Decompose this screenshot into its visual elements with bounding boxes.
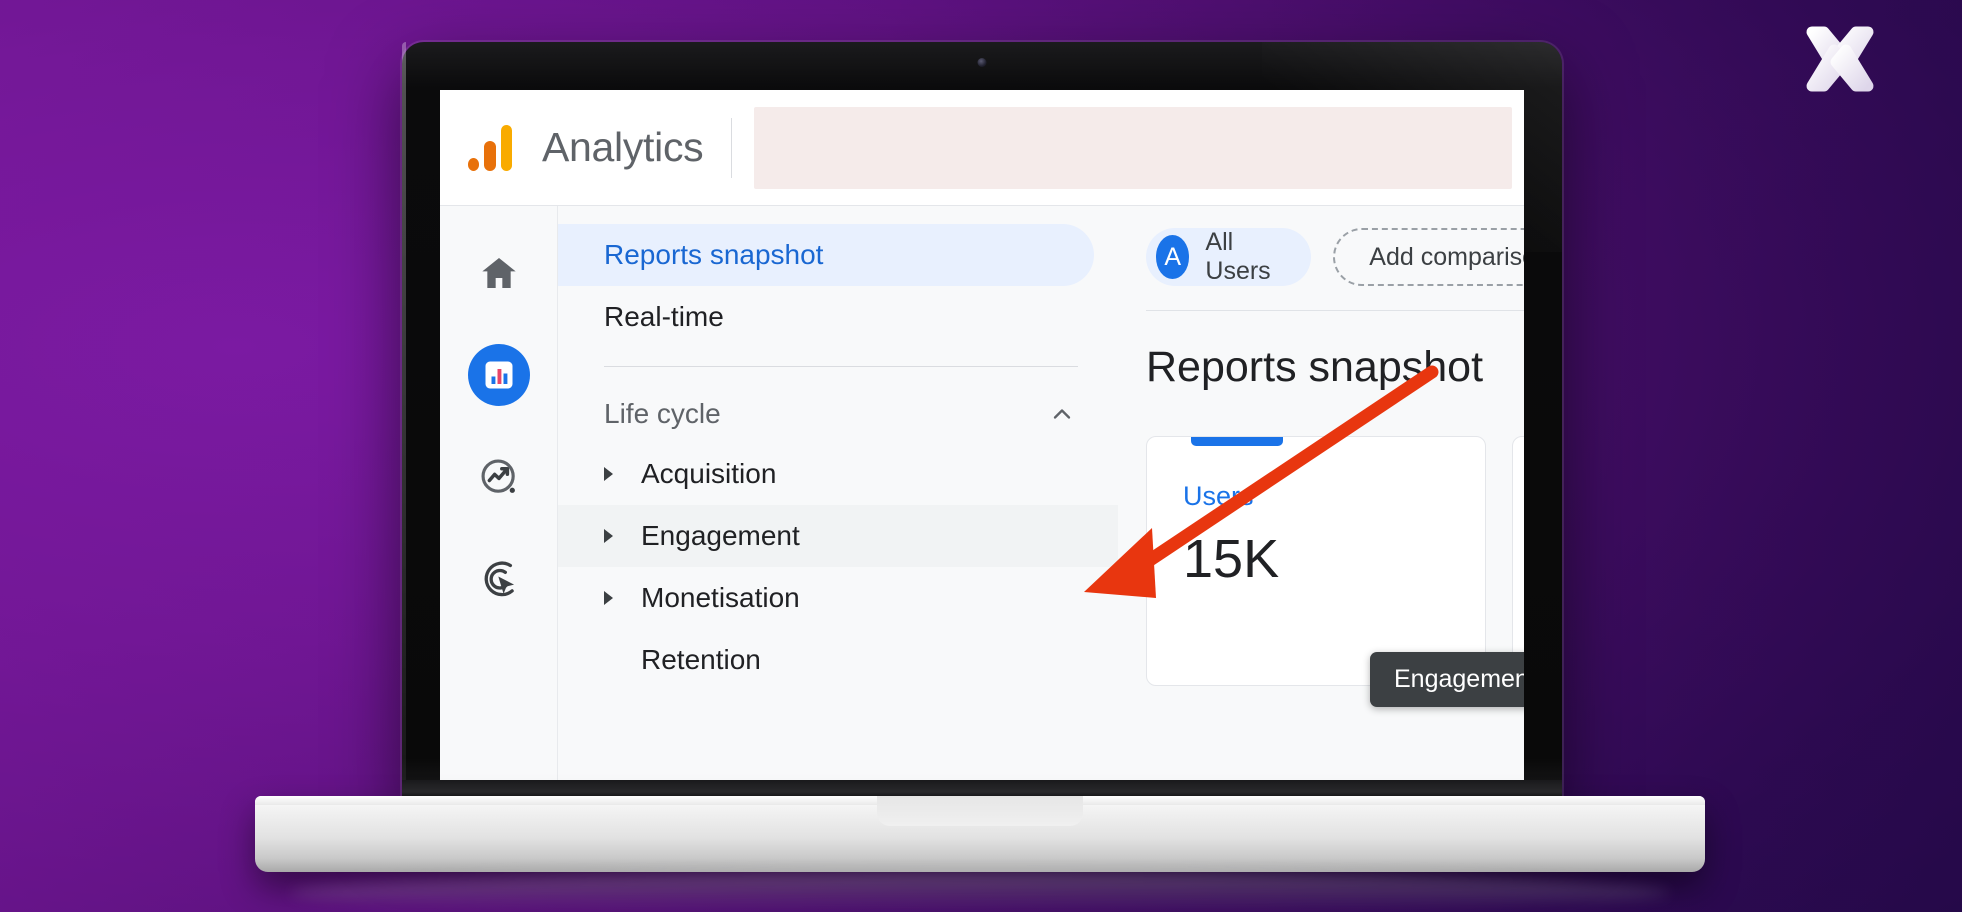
caret-right-icon	[604, 467, 613, 481]
laptop-base-body	[255, 796, 1705, 872]
sidebar-item-reports-snapshot[interactable]: Reports snapshot	[558, 224, 1094, 286]
caret-right-icon	[604, 591, 613, 605]
sidebar-item-acquisition[interactable]: Acquisition	[558, 443, 1094, 505]
icon-rail	[440, 206, 558, 812]
sidebar-item-label: Retention	[641, 644, 761, 675]
page-title: Reports snapshot	[1146, 343, 1484, 391]
reports-icon-glyph	[485, 361, 512, 389]
logo-bar-mid	[484, 140, 496, 171]
sidebar-item-engagement[interactable]: Engagement	[558, 505, 1118, 567]
explore-icon[interactable]	[468, 446, 530, 508]
metric-card-new-users[interactable]: New users 15K	[1512, 436, 1524, 686]
x-logo	[1806, 26, 1874, 92]
app-title: Analytics	[542, 124, 704, 170]
add-comparison-button[interactable]: Add comparison	[1333, 228, 1524, 286]
sidebar-item-real-time[interactable]: Real-time	[558, 286, 1094, 348]
logo-dot	[468, 157, 480, 171]
laptop-screen: Analytics Reports snapshot Real-time Lif…	[440, 90, 1524, 812]
sidebar-item-label: Acquisition	[641, 458, 777, 489]
sidebar-item-label: Monetisation	[641, 582, 800, 613]
laptop-reflection	[290, 872, 1670, 912]
chevron-up-icon	[1053, 409, 1071, 419]
property-selector-redacted[interactable]	[754, 106, 1512, 189]
sidebar-nav: Reports snapshot Real-time Life cycle Ac…	[558, 206, 1118, 812]
audience-chip-all-users[interactable]: A All Users	[1146, 228, 1312, 286]
laptop-lid: Analytics Reports snapshot Real-time Lif…	[402, 42, 1562, 812]
header-divider	[731, 117, 733, 178]
sidebar-section-label: Life cycle	[604, 398, 721, 429]
app-body: Reports snapshot Real-time Life cycle Ac…	[440, 206, 1524, 812]
webcam-dot	[977, 58, 987, 67]
laptop-base	[255, 796, 1705, 872]
tooltip-engagement: Engagement	[1370, 652, 1524, 707]
audience-chip-label: All Users	[1205, 228, 1271, 285]
sidebar-item-retention[interactable]: Retention	[558, 629, 1094, 691]
main-content: A All Users Add comparison Reports snaps…	[1118, 206, 1524, 812]
metric-card-list: Users 15K New users 15K	[1146, 436, 1524, 686]
home-icon-glyph	[481, 258, 516, 288]
avatar: A	[1156, 235, 1190, 279]
sidebar-section-life-cycle[interactable]: Life cycle	[558, 385, 1118, 443]
metric-card-users[interactable]: Users 15K	[1146, 436, 1486, 686]
explore-icon-glyph	[480, 459, 515, 493]
reports-icon[interactable]	[467, 344, 530, 406]
card-active-tab-indicator	[1191, 437, 1283, 446]
advertising-icon[interactable]	[468, 548, 530, 610]
sidebar-item-label: Engagement	[641, 520, 800, 551]
home-icon[interactable]	[468, 242, 530, 304]
sidebar-item-monetisation[interactable]: Monetisation	[558, 567, 1094, 629]
sidebar-item-label: Reports snapshot	[604, 239, 824, 270]
metric-value: 15K	[1183, 529, 1280, 589]
sidebar-item-label: Real-time	[604, 301, 724, 332]
logo-bar-tall	[500, 124, 512, 171]
caret-right-icon	[604, 529, 613, 543]
sidebar-divider	[604, 366, 1078, 367]
laptop-base-notch	[877, 796, 1083, 826]
laptop-mockup: Analytics Reports snapshot Real-time Lif…	[0, 0, 1962, 912]
app-header: Analytics	[440, 90, 1524, 206]
content-divider	[1146, 310, 1524, 311]
advertising-icon-glyph	[484, 561, 514, 597]
comparison-bar: A All Users Add comparison	[1146, 228, 1524, 286]
google-analytics-logo	[468, 124, 512, 171]
metric-label: Users	[1183, 481, 1254, 511]
